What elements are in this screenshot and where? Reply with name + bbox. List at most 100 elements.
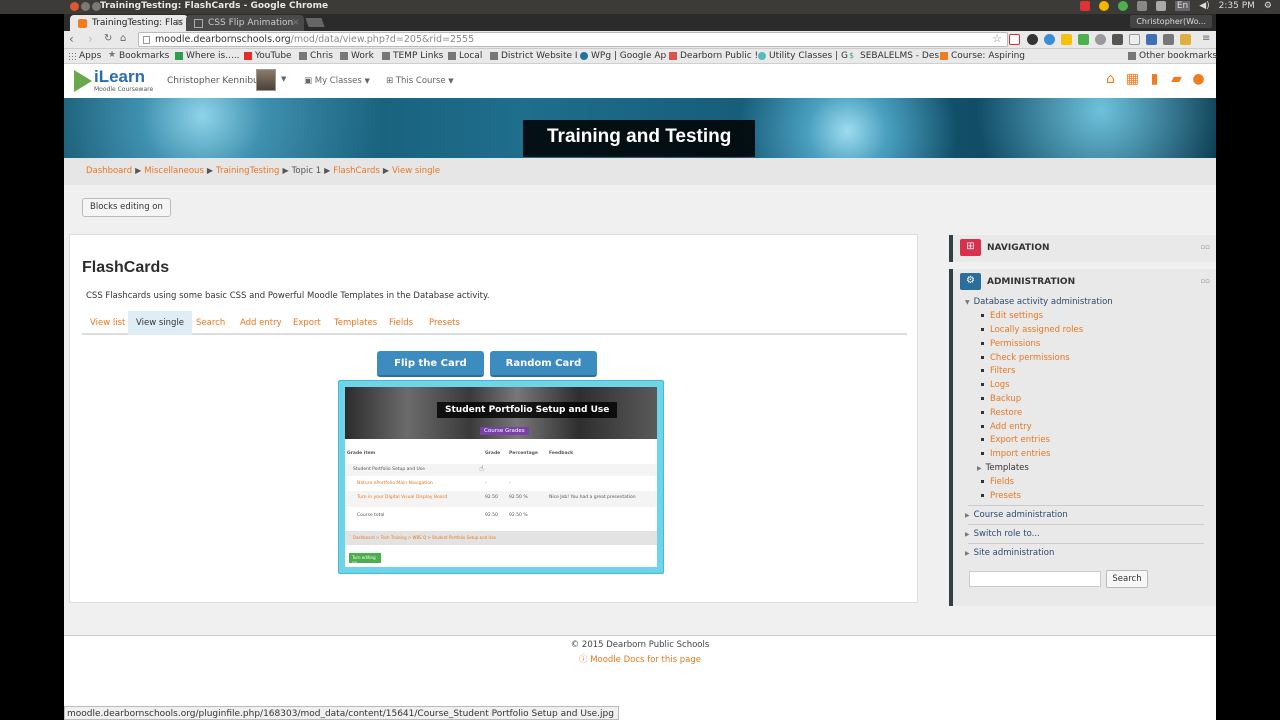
bookmark-apps[interactable]: Apps: [68, 51, 101, 61]
bookmark-sebalelms[interactable]: $ SEBALELMS - Des: [849, 51, 939, 61]
home-icon[interactable]: ⌂: [1103, 71, 1118, 87]
db-activity-admin[interactable]: ▼ Database activity administration: [965, 297, 1113, 307]
navigation-title[interactable]: NAVIGATION: [987, 243, 1050, 253]
tab-export[interactable]: Export: [285, 311, 329, 335]
tab-search[interactable]: Search: [188, 311, 233, 335]
block-dock-icon[interactable]: ▫▫: [1201, 277, 1211, 285]
bookmark-star-icon[interactable]: ☆: [992, 32, 1002, 45]
ext-screen-icon[interactable]: [1146, 34, 1157, 45]
address-bar[interactable]: moodle.dearbornschools.org/mod/data/view…: [138, 32, 1008, 47]
ilearn-logo[interactable]: iLearn Moodle Courseware: [74, 67, 156, 94]
keyboard-layout[interactable]: En: [1174, 1, 1191, 11]
site-administration-node[interactable]: ▶ Site administration: [965, 548, 1054, 558]
course-administration-node[interactable]: ▶ Course administration: [965, 510, 1068, 520]
gmail-ext-icon[interactable]: [1009, 34, 1020, 45]
admin-link-locally-assigned-roles[interactable]: Locally assigned roles: [981, 325, 1083, 335]
close-tab-icon[interactable]: ×: [176, 17, 184, 28]
back-icon[interactable]: ‹: [69, 32, 74, 46]
chevron-down-icon[interactable]: ▼: [281, 75, 286, 83]
bookmark-bookmarks[interactable]: ★ Bookmarks: [108, 50, 169, 61]
admin-link-edit-settings[interactable]: Edit settings: [981, 311, 1043, 321]
blocks-editing-button[interactable]: Blocks editing on: [82, 198, 171, 217]
drive-ext-icon[interactable]: [1061, 34, 1072, 45]
record-icon[interactable]: [1079, 1, 1090, 11]
bookmark-wpg[interactable]: WPg | Google Ap: [580, 51, 666, 61]
tab-templates[interactable]: Templates: [326, 311, 385, 335]
bookmark-utility-classes[interactable]: Utility Classes | G: [758, 51, 848, 61]
network-icon[interactable]: [1155, 1, 1166, 11]
tab-view-list[interactable]: View list: [82, 311, 133, 335]
reload-icon[interactable]: ↻: [104, 33, 112, 44]
flip-card-button[interactable]: Flip the Card: [377, 351, 484, 377]
tab-fields[interactable]: Fields: [381, 311, 421, 335]
close-tab-icon[interactable]: ×: [292, 17, 300, 28]
close-window-icon[interactable]: [70, 2, 79, 11]
bookmark-district-website[interactable]: District Website I: [490, 51, 578, 61]
admin-link-import-entries[interactable]: Import entries: [981, 449, 1050, 459]
bookmark-where-is[interactable]: Where is.....: [175, 51, 240, 61]
admin-link-permissions[interactable]: Permissions: [981, 339, 1040, 349]
ext-gear-icon[interactable]: [1095, 34, 1106, 45]
crumb-miscellaneous[interactable]: Miscellaneous: [144, 166, 204, 176]
bookmark-course-aspiring[interactable]: Course: Aspiring: [940, 51, 1025, 61]
bookmark-dearborn-public[interactable]: Dearborn Public !: [669, 51, 758, 61]
chrome-icon[interactable]: [1098, 1, 1109, 11]
block-dock-icon[interactable]: ▫▫: [1201, 243, 1211, 251]
crumb-course[interactable]: TrainingTesting: [216, 166, 279, 176]
tab-css-flip[interactable]: CSS Flip Animation ×: [186, 15, 304, 31]
admin-link-backup[interactable]: Backup: [981, 394, 1021, 404]
chrome-menu-icon[interactable]: ≡: [1202, 33, 1210, 44]
crumb-current[interactable]: View single: [392, 166, 440, 176]
ext-clock-icon[interactable]: [1027, 34, 1038, 45]
ext-globe-icon[interactable]: [1044, 34, 1055, 45]
bookmark-temp-links[interactable]: TEMP Links: [382, 51, 443, 61]
admin-templates-node[interactable]: ▶ Templates: [977, 463, 1029, 473]
tab-trainingtesting[interactable]: TrainingTesting: Flas ×: [70, 15, 188, 31]
ext-camera-icon[interactable]: [1112, 34, 1123, 45]
ext-box-icon[interactable]: [1163, 34, 1174, 45]
admin-link-filters[interactable]: Filters: [981, 366, 1015, 376]
moodle-docs-link[interactable]: ⓘ Moodle Docs for this page: [64, 653, 1216, 665]
random-card-button[interactable]: Random Card: [490, 351, 597, 377]
admin-link-check-permissions[interactable]: Check permissions: [981, 353, 1070, 363]
volume-icon[interactable]: ◀): [1199, 1, 1209, 11]
admin-link-presets[interactable]: Presets: [981, 491, 1021, 501]
admin-link-restore[interactable]: Restore: [981, 408, 1022, 418]
admin-search-input[interactable]: [969, 571, 1101, 587]
this-course-menu[interactable]: ⊞ This Course ▼: [386, 76, 454, 86]
bookmark-chris[interactable]: Chris: [299, 51, 333, 61]
admin-link-add-entry[interactable]: Add entry: [981, 422, 1032, 432]
home-icon[interactable]: ⌂: [120, 33, 126, 44]
flashcard[interactable]: Student Portfolio Setup and Use Course G…: [338, 380, 664, 574]
admin-link-fields[interactable]: Fields: [981, 477, 1014, 487]
switch-role-node[interactable]: ▶ Switch role to...: [965, 529, 1040, 539]
bookmark-work[interactable]: Work: [340, 51, 374, 61]
profile-button[interactable]: Christopher(Wo...: [1130, 15, 1212, 28]
sync-icon[interactable]: [1136, 1, 1147, 11]
bookmark-youtube[interactable]: YouTube: [244, 51, 292, 61]
crumb-activity[interactable]: FlashCards: [333, 166, 380, 176]
admin-link-export-entries[interactable]: Export entries: [981, 435, 1050, 445]
new-tab-button[interactable]: [305, 18, 325, 27]
tab-view-single[interactable]: View single: [128, 311, 193, 335]
calendar-icon[interactable]: ▦: [1125, 71, 1140, 87]
minimize-window-icon[interactable]: [81, 2, 90, 11]
power-gear-icon[interactable]: ⚙: [1264, 1, 1272, 11]
tab-add-entry[interactable]: Add entry: [232, 311, 290, 335]
admin-link-logs[interactable]: Logs: [981, 380, 1010, 390]
ext-doc-icon[interactable]: [1129, 34, 1140, 45]
bookmark-other[interactable]: Other bookmarks: [1128, 51, 1217, 61]
page-info-icon[interactable]: [143, 36, 150, 44]
evernote-icon[interactable]: [1117, 1, 1128, 11]
bookmark-local[interactable]: Local: [448, 51, 482, 61]
my-classes-menu[interactable]: ▣ My Classes ▼: [304, 76, 370, 86]
admin-search-button[interactable]: Search: [1106, 570, 1148, 588]
user-icon[interactable]: ●: [1191, 71, 1206, 87]
book-icon[interactable]: ▰: [1169, 71, 1184, 87]
evernote-ext-icon[interactable]: [1078, 34, 1089, 45]
user-name[interactable]: Christopher Kenniburg: [167, 76, 268, 86]
crumb-dashboard[interactable]: Dashboard: [86, 166, 132, 176]
avatar[interactable]: [256, 69, 276, 91]
ext-folder-icon[interactable]: [1180, 34, 1191, 45]
clock[interactable]: 2:35 PM: [1219, 1, 1255, 11]
